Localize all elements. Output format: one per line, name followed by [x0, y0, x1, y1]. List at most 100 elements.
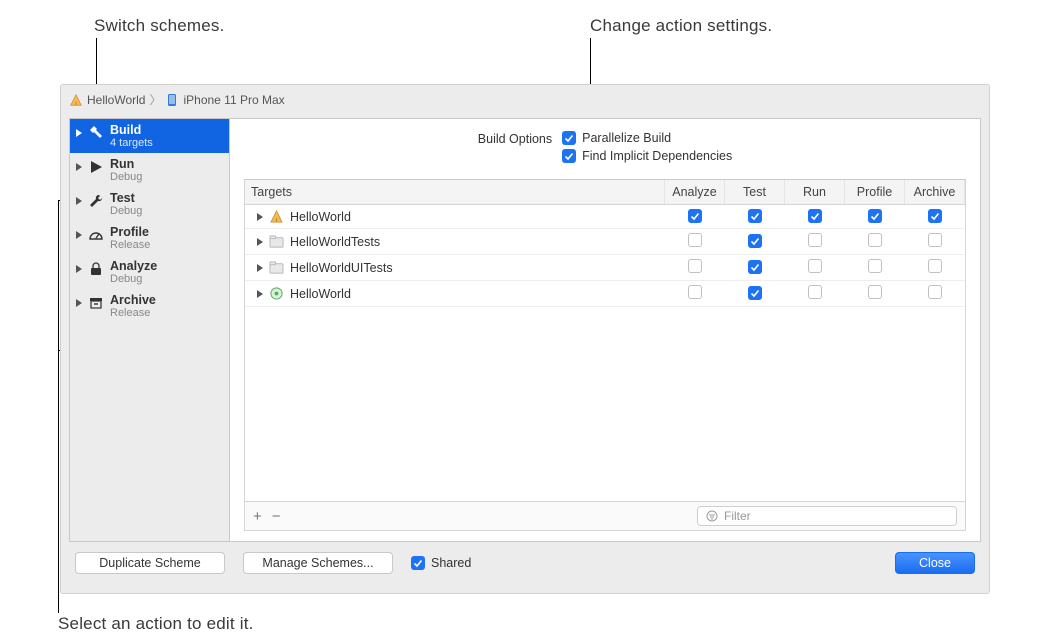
shared-checkbox[interactable] [411, 556, 425, 570]
annotation-select-action: Select an action to edit it. [58, 614, 254, 634]
run-checkbox[interactable] [808, 209, 822, 223]
table-row[interactable]: HelloWorld [245, 205, 965, 229]
test-checkbox[interactable] [748, 234, 762, 248]
disclosure-icon [76, 231, 82, 239]
action-sub: Release [110, 239, 150, 251]
sidebar-item-build[interactable]: Build4 targets [70, 119, 229, 153]
disclosure-icon [257, 290, 263, 298]
parallelize-build-label: Parallelize Build [582, 131, 671, 145]
action-name: Archive [110, 293, 156, 307]
sidebar-item-analyze[interactable]: AnalyzeDebug [70, 255, 229, 289]
disclosure-icon [257, 213, 263, 221]
targets-table: TargetsAnalyzeTestRunProfileArchive Hell… [245, 180, 965, 307]
content-pane: Build Options Parallelize Build Find Imp… [229, 118, 981, 542]
sidebar-item-archive[interactable]: ArchiveRelease [70, 289, 229, 323]
sidebar-item-profile[interactable]: ProfileRelease [70, 221, 229, 255]
test-checkbox[interactable] [748, 286, 762, 300]
app-icon [269, 209, 284, 224]
filter-input[interactable] [724, 509, 948, 523]
play-icon [88, 159, 104, 175]
add-target-button[interactable]: + [253, 508, 262, 525]
breadcrumb-sep-icon: 〉 [149, 91, 161, 108]
disclosure-icon [76, 197, 82, 205]
hammer-icon [88, 125, 104, 141]
archive-icon [88, 295, 104, 311]
column-archive[interactable]: Archive [905, 180, 965, 205]
sidebar-item-run[interactable]: RunDebug [70, 153, 229, 187]
action-name: Build [110, 123, 153, 137]
close-button[interactable]: Close [895, 552, 975, 574]
gauge-icon [88, 227, 104, 243]
duplicate-scheme-button[interactable]: Duplicate Scheme [75, 552, 225, 574]
app-icon [69, 93, 83, 107]
test-checkbox[interactable] [748, 260, 762, 274]
folder-icon [269, 260, 284, 275]
target-name: HelloWorldUITests [290, 261, 393, 275]
manage-schemes-button[interactable]: Manage Schemes... [243, 552, 393, 574]
build-options-label: Build Options [478, 131, 552, 163]
analyze-checkbox[interactable] [688, 285, 702, 299]
device-name: iPhone 11 Pro Max [183, 93, 284, 107]
column-run[interactable]: Run [785, 180, 845, 205]
archive-checkbox[interactable] [928, 209, 942, 223]
archive-checkbox[interactable] [928, 259, 942, 273]
shared-label: Shared [431, 556, 471, 570]
run-checkbox[interactable] [808, 233, 822, 247]
parallelize-build-checkbox[interactable] [562, 131, 576, 145]
profile-checkbox[interactable] [868, 259, 882, 273]
remove-target-button[interactable]: − [272, 508, 281, 525]
disclosure-icon [257, 264, 263, 272]
action-name: Test [110, 191, 142, 205]
filter-box[interactable] [697, 506, 957, 526]
implicit-deps-checkbox[interactable] [562, 149, 576, 163]
disclosure-icon [76, 299, 82, 307]
action-name: Profile [110, 225, 150, 239]
column-analyze[interactable]: Analyze [665, 180, 725, 205]
archive-checkbox[interactable] [928, 285, 942, 299]
analyze-checkbox[interactable] [688, 259, 702, 273]
lock-icon [88, 261, 104, 277]
action-sub: 4 targets [110, 137, 153, 149]
device-icon [165, 93, 179, 107]
disclosure-icon [76, 129, 82, 137]
action-sub: Debug [110, 273, 157, 285]
column-test[interactable]: Test [725, 180, 785, 205]
bottom-bar: Duplicate Scheme Manage Schemes... Share… [61, 542, 989, 584]
build-options-group: Build Options Parallelize Build Find Imp… [230, 119, 980, 173]
column-profile[interactable]: Profile [845, 180, 905, 205]
disclosure-icon [257, 238, 263, 246]
scheme-breadcrumb[interactable]: HelloWorld 〉 iPhone 11 Pro Max [61, 85, 989, 118]
scheme-editor-window: HelloWorld 〉 iPhone 11 Pro Max Build4 ta… [60, 84, 990, 594]
actions-sidebar: Build4 targetsRunDebugTestDebugProfileRe… [69, 118, 229, 542]
profile-checkbox[interactable] [868, 285, 882, 299]
annotation-switch-schemes: Switch schemes. [94, 16, 225, 36]
run-checkbox[interactable] [808, 259, 822, 273]
sidebar-item-test[interactable]: TestDebug [70, 187, 229, 221]
table-footer: + − [244, 502, 966, 531]
test-checkbox[interactable] [748, 209, 762, 223]
pkg-icon [269, 286, 284, 301]
disclosure-icon [76, 265, 82, 273]
disclosure-icon [76, 163, 82, 171]
profile-checkbox[interactable] [868, 209, 882, 223]
archive-checkbox[interactable] [928, 233, 942, 247]
target-name: HelloWorld [290, 287, 351, 301]
run-checkbox[interactable] [808, 285, 822, 299]
column-targets[interactable]: Targets [245, 180, 665, 205]
action-name: Analyze [110, 259, 157, 273]
action-sub: Debug [110, 205, 142, 217]
table-row[interactable]: HelloWorldTests [245, 229, 965, 255]
analyze-checkbox[interactable] [688, 233, 702, 247]
action-name: Run [110, 157, 142, 171]
action-sub: Release [110, 307, 156, 319]
annotation-line [58, 200, 59, 613]
wrench-icon [88, 193, 104, 209]
table-row[interactable]: HelloWorldUITests [245, 255, 965, 281]
implicit-deps-label: Find Implicit Dependencies [582, 149, 732, 163]
action-sub: Debug [110, 171, 142, 183]
profile-checkbox[interactable] [868, 233, 882, 247]
filter-icon [706, 510, 718, 522]
target-name: HelloWorld [290, 210, 351, 224]
table-row[interactable]: HelloWorld [245, 281, 965, 307]
analyze-checkbox[interactable] [688, 209, 702, 223]
